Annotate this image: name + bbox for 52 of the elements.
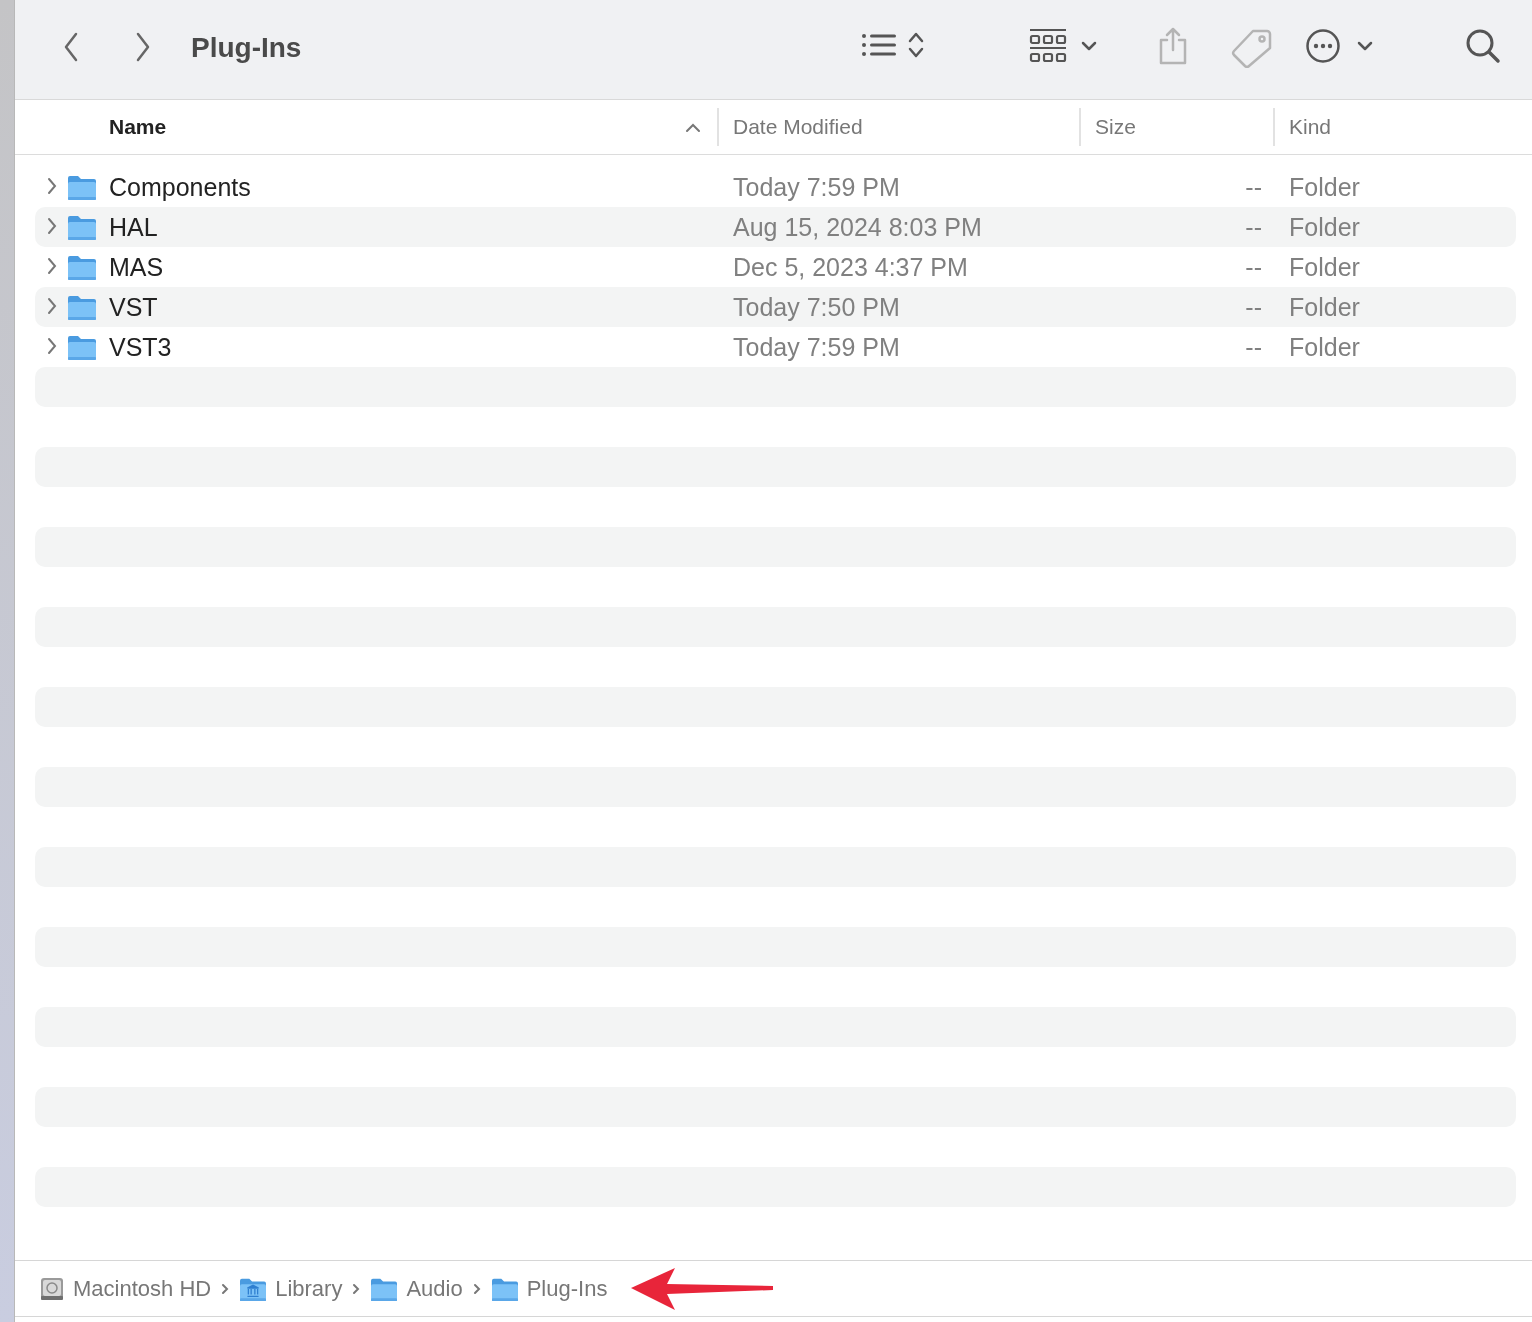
date-modified: Today 7:59 PM bbox=[733, 334, 900, 360]
more-button[interactable] bbox=[1305, 28, 1373, 64]
folder-icon bbox=[67, 293, 97, 321]
chevron-right-icon[interactable] bbox=[46, 257, 58, 275]
file-kind: Folder bbox=[1289, 334, 1360, 360]
chevron-right-icon[interactable] bbox=[46, 337, 58, 355]
list-view-button[interactable] bbox=[861, 30, 925, 60]
path-separator-icon bbox=[352, 1282, 361, 1295]
file-size: -- bbox=[1245, 254, 1262, 280]
column-header[interactable]: Name bbox=[109, 114, 167, 140]
chevron-down-icon bbox=[1081, 41, 1097, 51]
date-modified: Today 7:59 PM bbox=[733, 174, 900, 200]
folder-icon bbox=[67, 253, 97, 281]
file-name[interactable]: HAL bbox=[109, 214, 158, 240]
file-size: -- bbox=[1245, 214, 1262, 240]
ellipsis-circle-icon bbox=[1305, 28, 1341, 64]
file-name[interactable]: VST bbox=[109, 294, 158, 320]
column-header[interactable]: Kind bbox=[1289, 114, 1332, 140]
list-icon bbox=[861, 31, 897, 59]
path-item[interactable]: Plug-Ins bbox=[490, 1274, 608, 1303]
column-header[interactable]: Size bbox=[1095, 114, 1136, 140]
folder-icon bbox=[67, 333, 97, 361]
file-name[interactable]: Components bbox=[109, 174, 251, 200]
file-kind: Folder bbox=[1289, 214, 1360, 240]
path-item[interactable]: Library bbox=[239, 1274, 343, 1303]
chevron-right-icon[interactable] bbox=[46, 217, 58, 235]
file-kind: Folder bbox=[1289, 254, 1360, 280]
chevron-right-icon[interactable] bbox=[46, 177, 58, 195]
date-modified: Today 7:50 PM bbox=[733, 294, 900, 320]
path-item[interactable]: Macintosh HD bbox=[39, 1274, 212, 1303]
file-kind: Folder bbox=[1289, 174, 1360, 200]
path-separator-icon bbox=[472, 1282, 481, 1295]
folder-icon bbox=[67, 213, 97, 241]
file-name[interactable]: MAS bbox=[109, 254, 164, 280]
path-separator-icon bbox=[221, 1282, 230, 1295]
file-size: -- bbox=[1245, 174, 1262, 200]
file-size: -- bbox=[1245, 334, 1262, 360]
file-kind: Folder bbox=[1289, 294, 1360, 320]
group-button[interactable] bbox=[1029, 28, 1097, 64]
search-button[interactable] bbox=[1465, 28, 1501, 66]
chevron-down-icon bbox=[1357, 41, 1373, 51]
path-item[interactable]: Audio bbox=[370, 1274, 463, 1303]
date-modified: Dec 5, 2023 4:37 PM bbox=[733, 254, 968, 280]
window-title: Plug-Ins bbox=[191, 31, 302, 65]
folder-icon bbox=[67, 173, 97, 201]
date-modified: Aug 15, 2024 8:03 PM bbox=[733, 214, 982, 240]
file-size: -- bbox=[1245, 294, 1262, 320]
column-header[interactable]: Date Modified bbox=[733, 114, 863, 140]
chevron-right-icon[interactable] bbox=[46, 297, 58, 315]
grid-icon bbox=[1029, 28, 1067, 64]
up-down-chevron-icon bbox=[907, 30, 925, 60]
file-name[interactable]: VST3 bbox=[109, 334, 172, 360]
